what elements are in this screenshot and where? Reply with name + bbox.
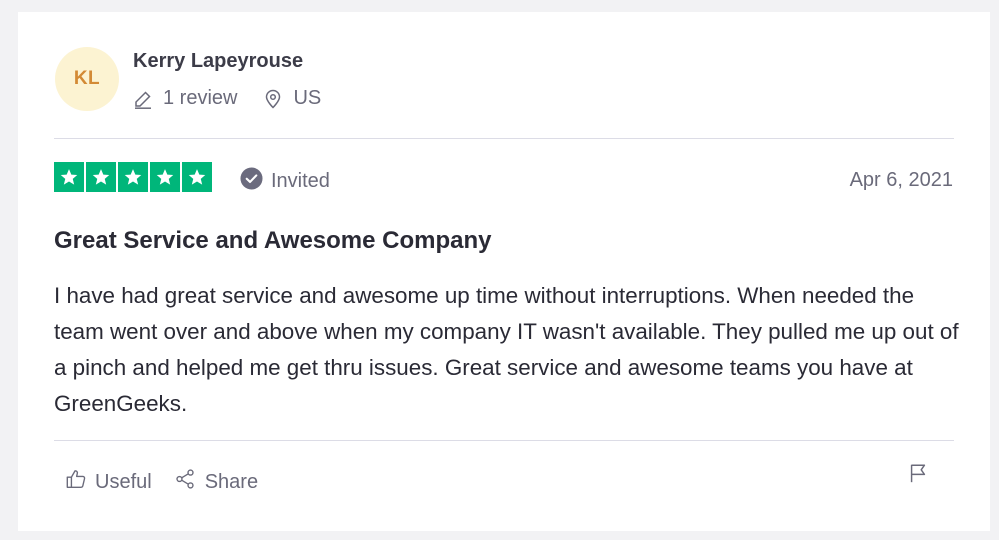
star-icon [54,162,84,192]
flag-icon [907,464,929,488]
location-pin-icon [263,89,283,109]
pencil-icon [133,89,153,109]
star-icon [150,162,180,192]
reviewer-meta: 1 review US [133,87,321,110]
avatar-initials: KL [73,68,101,89]
star-icon [182,162,212,192]
divider-top [54,138,954,139]
star-rating [54,162,212,192]
thumbs-up-icon [65,468,87,496]
useful-label: Useful [95,470,152,493]
review-title[interactable]: Great Service and Awesome Company [54,227,492,255]
share-button[interactable]: Share [174,468,258,496]
star-icon [118,162,148,192]
report-button[interactable] [907,462,929,484]
review-date: Apr 6, 2021 [849,169,953,191]
share-icon [174,468,196,496]
review-card: KL Kerry Lapeyrouse 1 review US Invited … [18,12,990,531]
invited-badge[interactable]: Invited [240,167,330,196]
useful-button[interactable]: Useful [65,468,152,496]
star-icon [86,162,116,192]
reviewer-name[interactable]: Kerry Lapeyrouse [133,50,303,73]
review-actions: Useful Share [65,468,258,496]
invited-label: Invited [271,170,330,192]
country-text: US [293,87,322,109]
divider-bottom [54,440,954,441]
reviewer-location: US [263,87,321,110]
share-label: Share [204,470,259,493]
review-body: I have had great service and awesome up … [54,283,959,416]
review-count-text: 1 review [163,87,238,109]
check-badge-icon [240,167,263,196]
review-count: 1 review [133,87,237,110]
avatar[interactable]: KL [55,47,119,111]
